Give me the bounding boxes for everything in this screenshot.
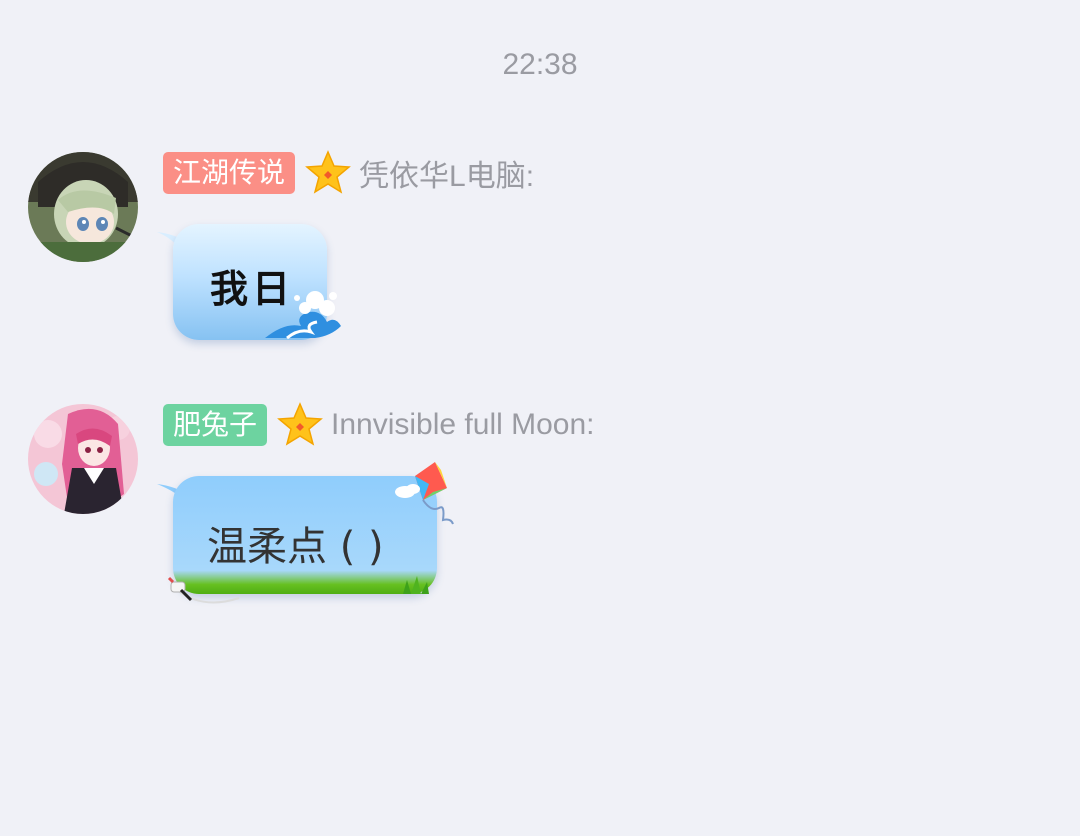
message-text: 温柔点 ( ) <box>207 524 384 570</box>
title-badge[interactable]: 肥兔子 <box>163 404 268 446</box>
message-bubble[interactable]: 温柔点 ( ) <box>155 462 465 612</box>
title-badge[interactable]: 江湖传说 <box>163 152 296 194</box>
avatar[interactable] <box>28 152 138 262</box>
kite-icon <box>395 462 454 525</box>
avatar-image <box>28 404 138 514</box>
message-bubble[interactable]: 我日 <box>155 220 345 350</box>
sender-name[interactable]: Innvisible full Moon: <box>331 408 594 442</box>
message-header: 肥兔子 Innvisible full Moon: <box>163 402 594 448</box>
message-text: 我日 <box>210 267 295 311</box>
grass-icon <box>403 576 429 594</box>
avatar[interactable] <box>28 404 138 514</box>
timestamp: 22:38 <box>502 48 578 81</box>
kite-string-icon <box>167 576 240 604</box>
star-icon[interactable] <box>305 150 351 196</box>
sender-name[interactable]: 凭依华L电脑: <box>359 151 534 195</box>
star-icon[interactable] <box>277 402 323 448</box>
message-header: 江湖传说 凭依华L电脑: <box>163 150 534 196</box>
avatar-image <box>28 152 138 262</box>
